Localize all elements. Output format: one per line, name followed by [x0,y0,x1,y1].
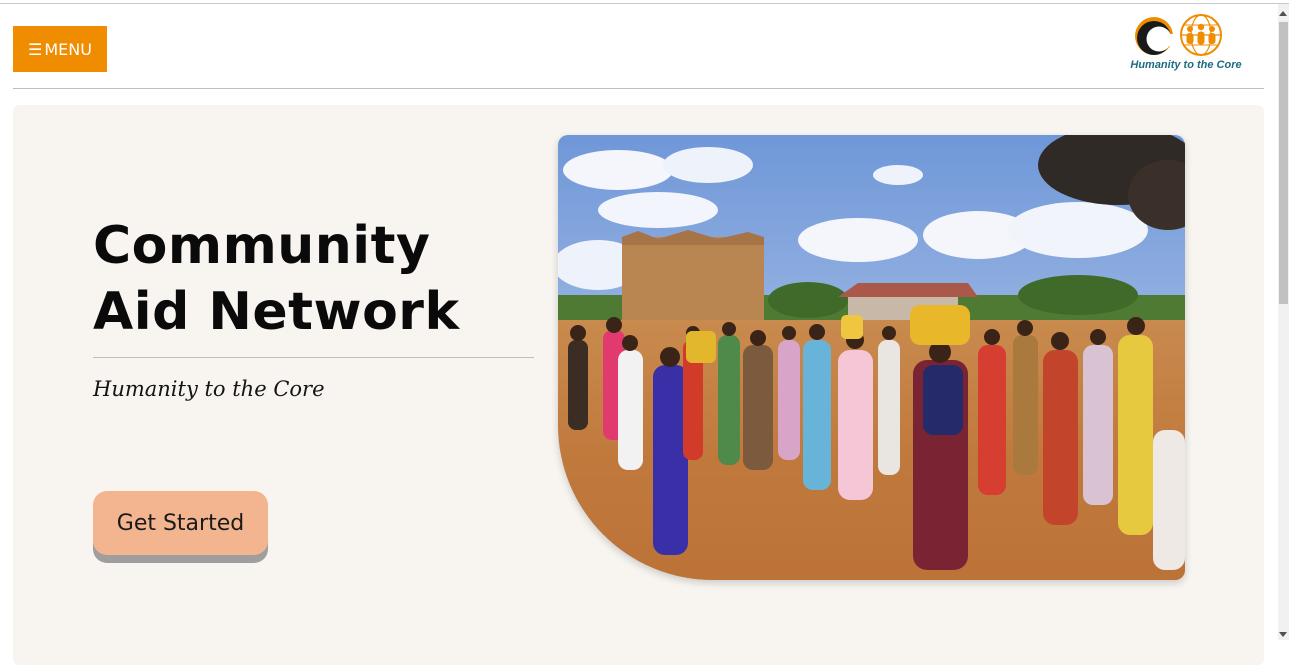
hero-tagline: Humanity to the Core [93,377,325,401]
site-logo[interactable]: Humanity to the Core [1130,12,1242,76]
hero-image [558,135,1185,580]
hamburger-icon: ☰ [28,39,43,59]
hero-section: Community Aid Network Humanity to the Co… [13,105,1264,665]
community-photo [558,135,1185,580]
scroll-up-arrow-icon[interactable] [1279,11,1287,16]
hero-title: Community Aid Network [93,216,460,342]
logo-tagline: Humanity to the Core [1130,59,1242,71]
menu-button-label: MENU [44,39,92,59]
globe-people-icon [1135,14,1222,56]
get-started-button[interactable]: Get Started [93,491,268,555]
header-divider [13,88,1264,89]
scrollbar-thumb[interactable] [1279,22,1288,304]
browser-top-border [0,3,1289,4]
hero-divider [93,357,534,358]
scroll-down-arrow-icon[interactable] [1279,632,1287,637]
vertical-scrollbar[interactable] [1278,4,1289,640]
menu-button[interactable]: ☰ MENU [13,26,107,72]
